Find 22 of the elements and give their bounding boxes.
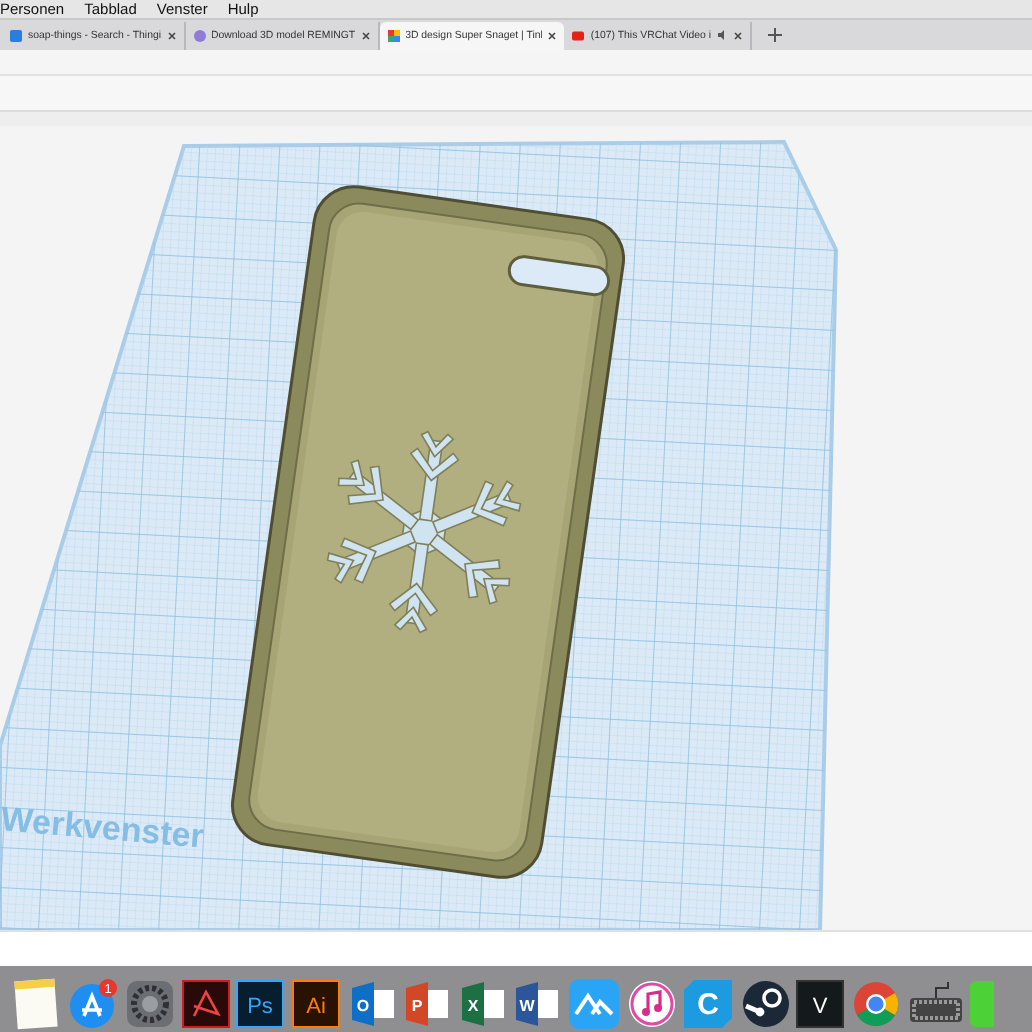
speaker-icon[interactable] [717, 30, 727, 40]
keyboard-icon[interactable] [907, 979, 963, 1027]
acrobat-icon[interactable] [181, 979, 230, 1027]
illustrator-icon[interactable]: Ai [291, 979, 340, 1027]
play-favicon-icon [572, 29, 585, 41]
close-icon[interactable] [733, 31, 741, 39]
new-tab-icon[interactable] [767, 28, 781, 42]
steam-icon[interactable] [741, 979, 790, 1027]
site-favicon-icon [10, 29, 22, 41]
mountain-app-icon[interactable] [567, 977, 620, 1029]
tinkercad-favicon-icon [387, 29, 400, 41]
chrome-icon[interactable] [851, 979, 900, 1027]
notepad-icon[interactable] [12, 977, 60, 1029]
workplane-label: Werkvenster [0, 800, 206, 856]
photoshop-icon[interactable]: Ps [236, 979, 285, 1027]
v-app-icon[interactable]: V [796, 979, 845, 1027]
close-icon[interactable] [167, 31, 176, 39]
close-icon[interactable] [361, 31, 370, 39]
close-icon[interactable] [548, 31, 557, 39]
music-note-icon[interactable] [627, 979, 676, 1027]
gear-icon[interactable] [126, 979, 175, 1027]
cube-favicon-icon [193, 29, 206, 41]
